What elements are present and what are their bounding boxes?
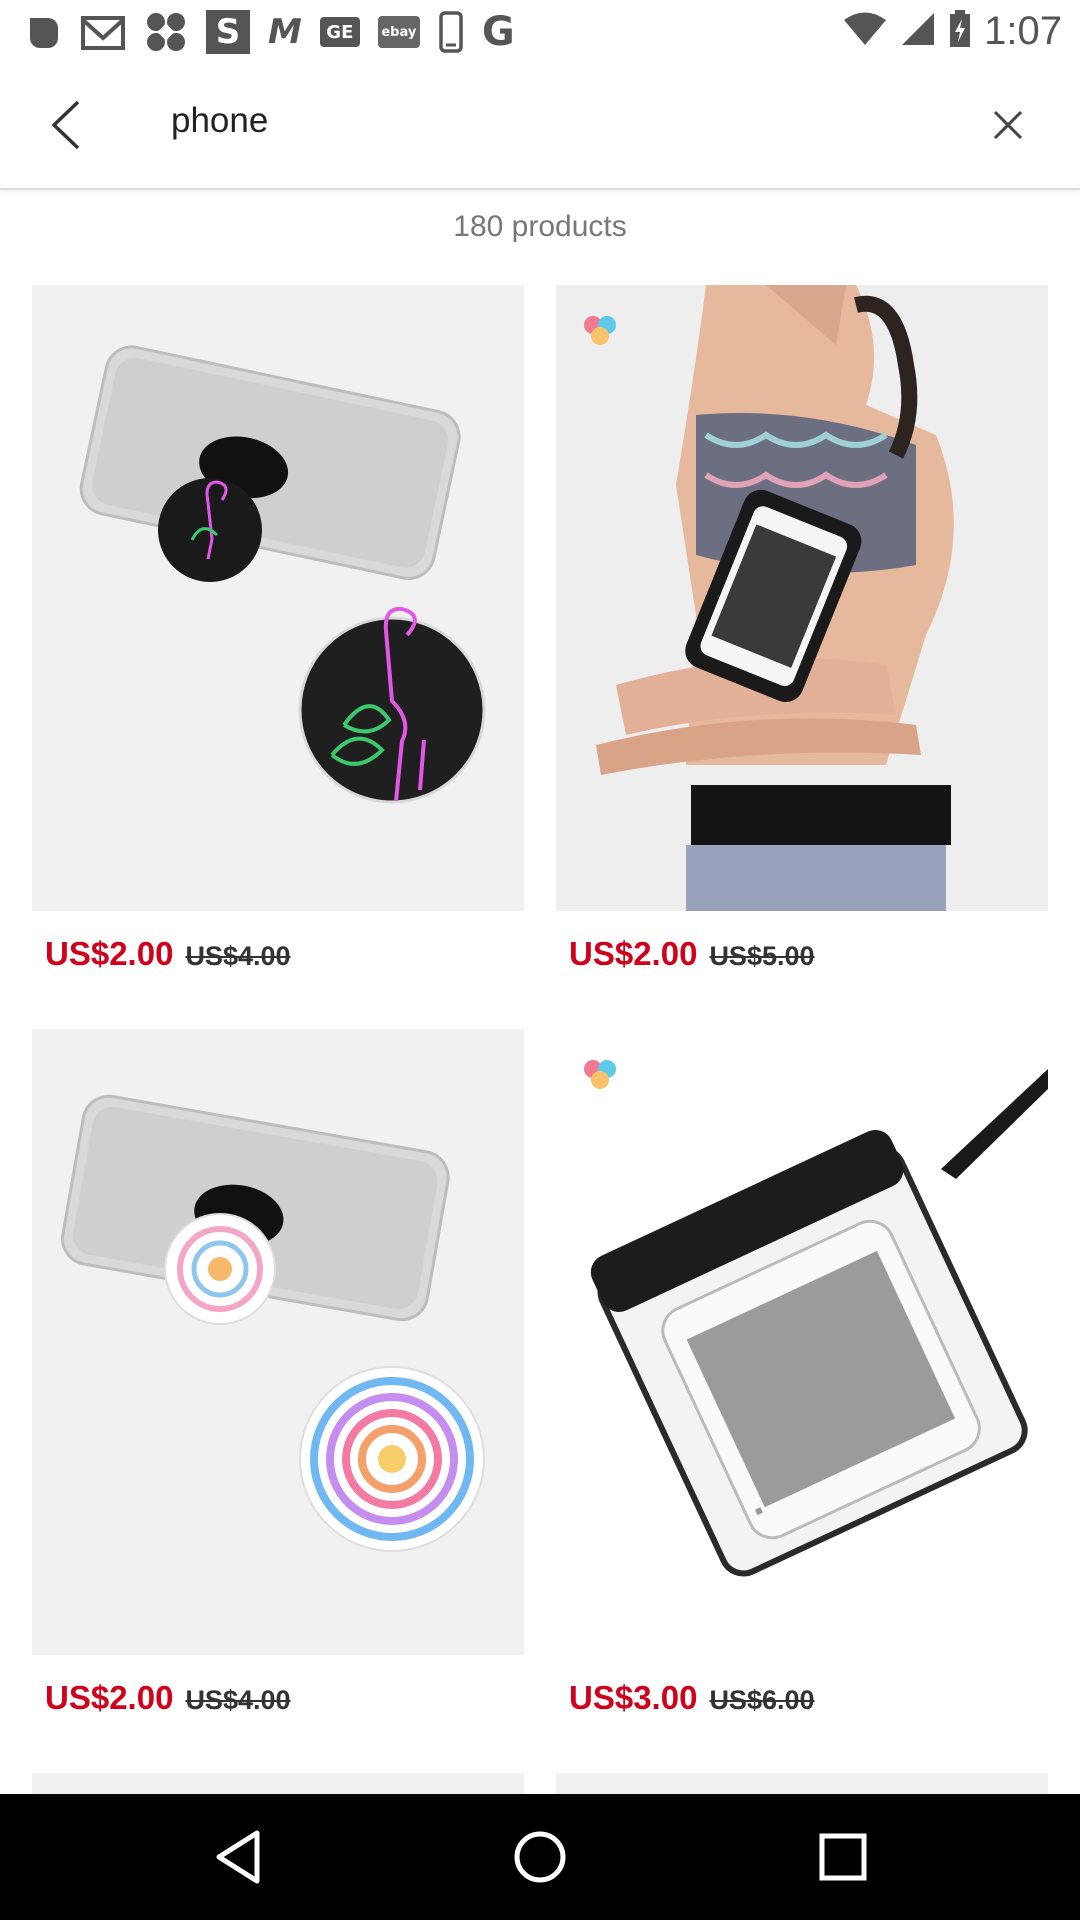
product-card[interactable]: US$3.00 US$6.00	[556, 1029, 1048, 1716]
nav-home-button[interactable]	[505, 1824, 575, 1890]
product-image[interactable]	[556, 1029, 1048, 1655]
search-query-field[interactable]: phone	[171, 101, 268, 141]
product-card-partial[interactable]	[32, 1773, 524, 1794]
product-image[interactable]	[556, 285, 1048, 911]
color-options-icon	[584, 1060, 616, 1089]
nav-back-button[interactable]	[203, 1824, 273, 1890]
notification-icons: S M GE ebay G	[28, 9, 515, 55]
s-app-label: S	[215, 12, 241, 52]
close-icon	[993, 110, 1023, 140]
gmail-icon	[80, 11, 126, 53]
result-count: 180 products	[453, 210, 627, 243]
status-bar: S M GE ebay G 1:07	[0, 0, 1080, 63]
original-price: US$6.00	[709, 1685, 815, 1715]
color-options-icon	[584, 316, 616, 345]
m-app-icon: M	[268, 11, 302, 53]
sale-price: US$2.00	[569, 935, 698, 972]
wifi-icon	[842, 11, 888, 52]
phone-outline-icon	[438, 11, 464, 53]
system-indicators: 1:07	[842, 8, 1062, 54]
google-label: G	[481, 9, 515, 55]
ge-app-label: GE	[326, 21, 354, 43]
ebay-icon: ebay	[377, 16, 420, 48]
ge-app-icon: GE	[319, 17, 360, 47]
price-row: US$2.00 US$4.00	[45, 1679, 291, 1717]
m-app-label: M	[268, 12, 302, 52]
price-row: US$3.00 US$6.00	[569, 1679, 815, 1717]
pinwheel-app-icon	[144, 11, 188, 53]
original-price: US$4.00	[185, 941, 291, 971]
price-row: US$2.00 US$5.00	[569, 935, 815, 973]
clear-search-button[interactable]	[976, 93, 1040, 157]
sale-price: US$2.00	[45, 1679, 174, 1716]
product-card[interactable]: US$2.00 US$4.00	[32, 285, 524, 972]
chevron-left-icon	[51, 100, 80, 150]
b-app-icon	[28, 11, 62, 53]
original-price: US$5.00	[709, 941, 815, 971]
triangle-back-icon	[216, 1830, 260, 1884]
sale-price: US$2.00	[45, 935, 174, 972]
sale-price: US$3.00	[569, 1679, 698, 1716]
product-image[interactable]	[32, 1029, 524, 1655]
original-price: US$4.00	[185, 1685, 291, 1715]
back-button[interactable]	[36, 93, 96, 157]
product-card[interactable]: US$2.00 US$5.00	[556, 285, 1048, 972]
signal-icon	[900, 11, 936, 52]
system-nav-bar	[0, 1794, 1080, 1920]
price-row: US$2.00 US$4.00	[45, 935, 291, 973]
product-image[interactable]	[32, 285, 524, 911]
product-card[interactable]: US$2.00 US$4.00	[32, 1029, 524, 1716]
square-recents-icon	[819, 1833, 867, 1881]
search-header: phone	[0, 63, 1080, 190]
product-card-partial[interactable]	[556, 1773, 1048, 1794]
clock: 1:07	[984, 8, 1062, 53]
battery-charging-icon	[948, 9, 972, 54]
ebay-label: ebay	[381, 24, 417, 40]
google-icon: G	[481, 9, 515, 55]
circle-home-icon	[514, 1831, 566, 1883]
nav-recents-button[interactable]	[808, 1824, 878, 1890]
s-app-icon: S	[206, 10, 250, 54]
